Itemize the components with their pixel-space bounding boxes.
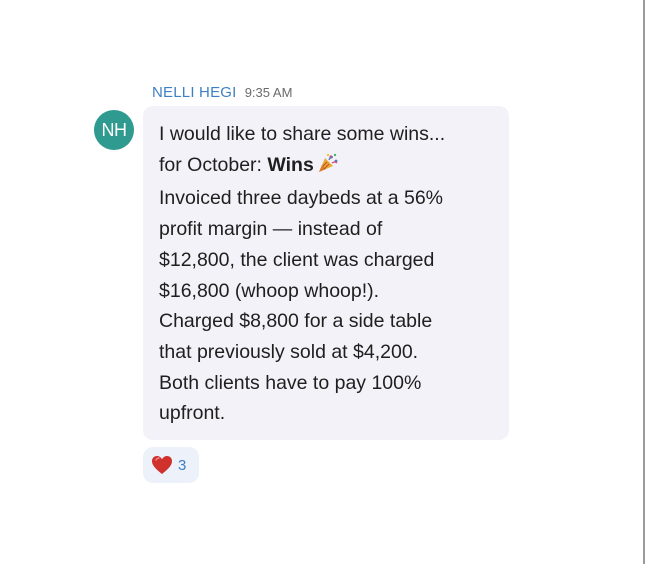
message-line: profit margin — instead of bbox=[159, 218, 383, 241]
message-line: upfront. bbox=[159, 402, 226, 425]
heart-icon bbox=[151, 455, 173, 475]
message-line: Invoiced three daybeds at a 56% bbox=[159, 187, 444, 210]
heart-reaction-button[interactable]: 3 bbox=[143, 447, 199, 483]
message-line: for October: Wins bbox=[159, 150, 497, 184]
sender-name[interactable]: NELLI HEGI bbox=[152, 84, 237, 101]
message-line: $12,800, the client was charged bbox=[159, 248, 435, 271]
message-line: Both clients have to pay 100% bbox=[159, 371, 422, 394]
message-header: NELLI HEGI 9:35 AM bbox=[152, 83, 292, 103]
message-line: Charged $8,800 for a side table bbox=[159, 310, 433, 333]
message-line: $16,800 (whoop whoop!). bbox=[159, 279, 380, 302]
message-timestamp: 9:35 AM bbox=[244, 85, 293, 100]
party-popper-icon bbox=[317, 152, 339, 184]
message-line: that previously sold at $4,200. bbox=[159, 340, 419, 363]
message-bubble[interactable]: I would like to share some wins... for O… bbox=[143, 106, 509, 440]
avatar[interactable]: NH bbox=[94, 110, 134, 150]
reaction-count: 3 bbox=[178, 456, 187, 474]
message-line: I would like to share some wins... bbox=[159, 123, 446, 145]
bold-text: Wins bbox=[267, 153, 314, 176]
message-text: for October: bbox=[159, 153, 268, 176]
